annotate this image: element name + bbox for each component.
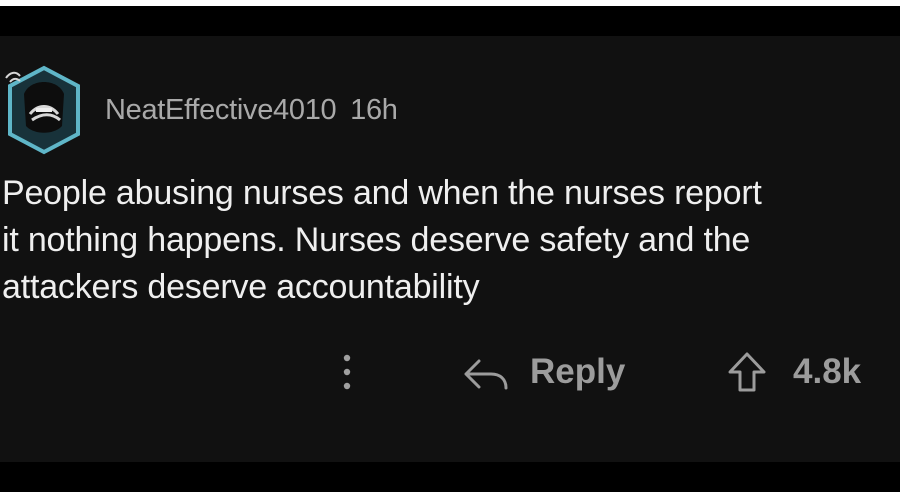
- more-vertical-icon: [343, 354, 351, 390]
- more-options-button[interactable]: [330, 350, 364, 394]
- comment-time: 16h: [350, 94, 398, 126]
- avatar-icon: [5, 65, 80, 155]
- comment-card: NeatEffective4010 16h People abusing nur…: [0, 36, 900, 462]
- user-avatar[interactable]: [0, 64, 88, 156]
- screenshot-frame: NeatEffective4010 16h People abusing nur…: [0, 0, 900, 492]
- vote-controls: 4.8k: [725, 350, 885, 394]
- upvote-arrow-icon: [728, 352, 766, 392]
- reply-label: Reply: [530, 352, 626, 391]
- comment-meta: NeatEffective4010 16h: [105, 94, 398, 127]
- bottom-bar: [0, 462, 900, 492]
- upvote-button[interactable]: [725, 350, 769, 394]
- reply-arrow-icon: [462, 352, 510, 392]
- comment-body: People abusing nurses and when the nurse…: [2, 174, 762, 306]
- username-link[interactable]: NeatEffective4010: [105, 94, 337, 126]
- vote-score: 4.8k: [793, 352, 862, 391]
- reply-button[interactable]: Reply: [462, 350, 642, 394]
- top-bar: [0, 6, 900, 36]
